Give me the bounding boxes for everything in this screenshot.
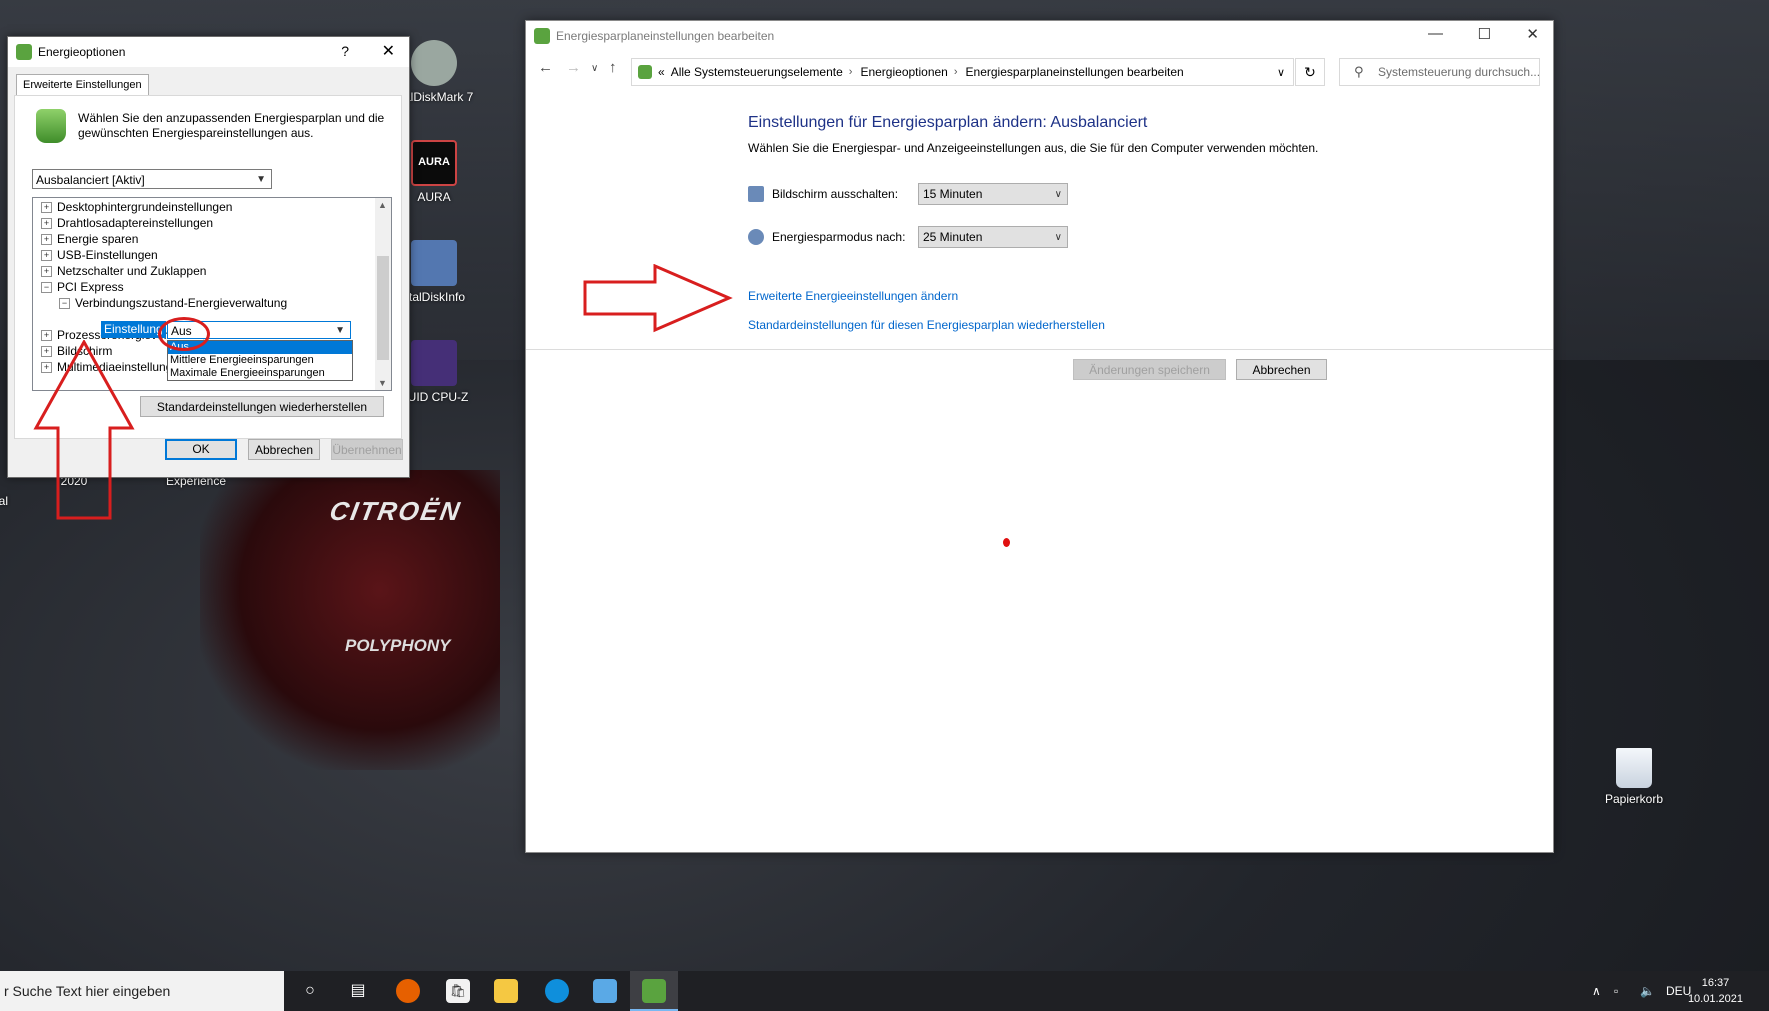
chevron-down-icon: ∨ xyxy=(1054,189,1062,200)
power-options-icon xyxy=(16,44,32,60)
cancel-button[interactable]: Abbrechen xyxy=(1236,359,1327,380)
dialog-titlebar[interactable]: Energieoptionen ? ✕ xyxy=(8,37,409,67)
scroll-down-icon[interactable]: ▼ xyxy=(378,378,387,388)
edit-plan-window: Energiesparplaneinstellungen bearbeiten … xyxy=(525,20,1554,853)
display-off-row: Bildschirm ausschalten: 15 Minuten ∨ xyxy=(748,183,1068,205)
tree-scrollbar[interactable]: ▲ ▼ xyxy=(375,198,391,390)
taskbar-clock[interactable]: 16:37 10.01.2021 xyxy=(1688,975,1743,1007)
search-input[interactable]: ⚲ Systemsteuerung durchsuch... xyxy=(1339,58,1540,86)
mouse-cursor-marker xyxy=(1003,538,1010,547)
show-hidden-icons-chevron-icon[interactable]: ∧ xyxy=(1592,971,1601,1011)
close-icon[interactable]: ✕ xyxy=(382,41,395,61)
page-subtitle: Wählen Sie die Energiespar- und Anzeigee… xyxy=(748,141,1319,155)
taskbar-search-input[interactable]: r Suche Text hier eingeben xyxy=(0,971,284,1011)
collapse-icon[interactable]: − xyxy=(41,282,52,294)
chevron-down-icon: ▼ xyxy=(335,325,345,336)
volume-icon[interactable]: 🔈 xyxy=(1640,971,1655,1011)
dropdown-option-moderate[interactable]: Mittlere Energieeinsparungen xyxy=(168,354,352,367)
cancel-button[interactable]: Abbrechen xyxy=(248,439,320,460)
clock-time: 16:37 xyxy=(1701,977,1730,989)
collapse-icon[interactable]: − xyxy=(59,298,70,310)
breadcrumb-power-options[interactable]: Energieoptionen xyxy=(860,65,947,79)
clock-date: 10.01.2021 xyxy=(1687,993,1743,1005)
address-bar[interactable]: « Alle Systemsteuerungselemente › Energi… xyxy=(631,58,1294,86)
tree-item-link-state[interactable]: − Verbindungszustand-Energieverwaltung xyxy=(59,294,287,312)
recycle-bin-icon xyxy=(1616,748,1652,788)
crystaldiskinfo-icon xyxy=(411,240,457,286)
crystaldiskmark-icon xyxy=(411,40,457,86)
task-view-icon[interactable]: ▤ xyxy=(346,979,370,1003)
sleep-row: Energiesparmodus nach: 25 Minuten ∨ xyxy=(748,226,1068,248)
firefox-icon[interactable] xyxy=(396,979,420,1003)
taskbar-power-options[interactable] xyxy=(630,971,678,1011)
restore-plan-defaults-link[interactable]: Standardeinstellungen für diesen Energie… xyxy=(748,318,1105,332)
chevron-down-icon: ▼ xyxy=(256,174,266,185)
chevron-down-icon: ∨ xyxy=(1054,232,1062,243)
wallpaper-car-sponsor: POLYPHONY xyxy=(345,636,451,655)
dialog-title: Energieoptionen xyxy=(38,45,126,59)
advanced-settings-link[interactable]: Erweiterte Energieeinstellungen ändern xyxy=(748,289,958,303)
close-icon[interactable]: ✕ xyxy=(1526,25,1539,43)
display-off-select[interactable]: 15 Minuten ∨ xyxy=(918,183,1068,205)
dropdown-option-maximum[interactable]: Maximale Energieeinsparungen xyxy=(168,367,352,380)
maximize-icon[interactable]: ☐ xyxy=(1478,25,1491,43)
chevron-right-icon: › xyxy=(848,66,853,78)
save-changes-button[interactable]: Änderungen speichern xyxy=(1073,359,1226,380)
expand-icon[interactable]: + xyxy=(41,218,52,230)
plan-select[interactable]: Ausbalanciert [Aktiv] ▼ xyxy=(32,169,272,189)
apply-button[interactable]: Übernehmen xyxy=(331,439,403,460)
wallpaper-car-brand: CITROËN xyxy=(327,496,464,526)
file-explorer-icon[interactable] xyxy=(494,979,518,1003)
dialog-info-text: Wählen Sie den anzupassenden Energiespar… xyxy=(78,111,385,140)
monitor-clock-icon xyxy=(748,186,764,202)
scroll-thumb[interactable] xyxy=(377,256,389,360)
chevron-right-icon: › xyxy=(953,66,958,78)
moon-icon xyxy=(748,229,764,245)
minimize-icon[interactable]: — xyxy=(1428,25,1443,42)
expand-icon[interactable]: + xyxy=(41,234,52,246)
control-panel-icon xyxy=(638,65,652,79)
help-button[interactable]: ? xyxy=(341,43,349,59)
ok-button[interactable]: OK xyxy=(165,439,237,460)
breadcrumb-edit-plan[interactable]: Energiesparplaneinstellungen bearbeiten xyxy=(966,65,1184,79)
cpuz-icon xyxy=(411,340,457,386)
setting-label: Einstellung xyxy=(101,321,166,338)
power-options-icon xyxy=(534,28,550,44)
power-options-icon xyxy=(642,979,666,1003)
cortana-icon[interactable]: ○ xyxy=(298,979,322,1003)
annotation-arrow-right xyxy=(583,264,733,333)
store-icon[interactable]: 🛍 xyxy=(446,979,470,1003)
back-arrow-icon[interactable]: ← xyxy=(538,59,553,76)
up-arrow-icon[interactable]: ↑ xyxy=(609,59,617,76)
expand-icon[interactable]: + xyxy=(41,266,52,278)
recent-chevron-icon[interactable]: ∨ xyxy=(591,63,598,74)
annotation-circle xyxy=(158,317,210,351)
battery-plan-icon xyxy=(36,109,66,143)
page-title: Einstellungen für Energiesparplan ändern… xyxy=(748,114,1148,131)
expand-icon[interactable]: + xyxy=(41,202,52,214)
sleep-select[interactable]: 25 Minuten ∨ xyxy=(918,226,1068,248)
expand-icon[interactable]: + xyxy=(41,250,52,262)
window-titlebar[interactable]: Energiesparplaneinstellungen bearbeiten … xyxy=(526,21,1553,51)
scroll-up-icon[interactable]: ▲ xyxy=(378,200,387,210)
taskbar: r Suche Text hier eingeben ○ ▤ 🛍 ∧ ▫ 🔈 D… xyxy=(0,971,1769,1011)
breadcrumb-all-items[interactable]: Alle Systemsteuerungselemente xyxy=(671,65,843,79)
desktop-icon-recycle-bin[interactable]: Papierkorb xyxy=(1586,748,1682,806)
aura-icon: AURA xyxy=(411,140,457,186)
annotation-arrow-up xyxy=(33,340,135,520)
restore-defaults-button[interactable]: Standardeinstellungen wiederherstellen xyxy=(140,396,384,417)
refresh-icon[interactable]: ↻ xyxy=(1295,58,1325,86)
divider xyxy=(526,349,1553,350)
tab-advanced-settings[interactable]: Erweiterte Einstellungen xyxy=(16,74,149,95)
forward-arrow-icon[interactable]: → xyxy=(566,59,581,76)
chevron-down-icon[interactable]: ∨ xyxy=(1277,66,1285,79)
network-icon[interactable]: ▫ xyxy=(1614,971,1618,1011)
window-title: Energiesparplaneinstellungen bearbeiten xyxy=(556,29,775,43)
search-icon: ⚲ xyxy=(1354,64,1364,79)
edge-icon[interactable] xyxy=(545,979,569,1003)
desktop-icon-partial[interactable]: al xyxy=(0,494,8,508)
control-panel-icon[interactable] xyxy=(593,979,617,1003)
breadcrumb-lead: « xyxy=(658,65,665,79)
